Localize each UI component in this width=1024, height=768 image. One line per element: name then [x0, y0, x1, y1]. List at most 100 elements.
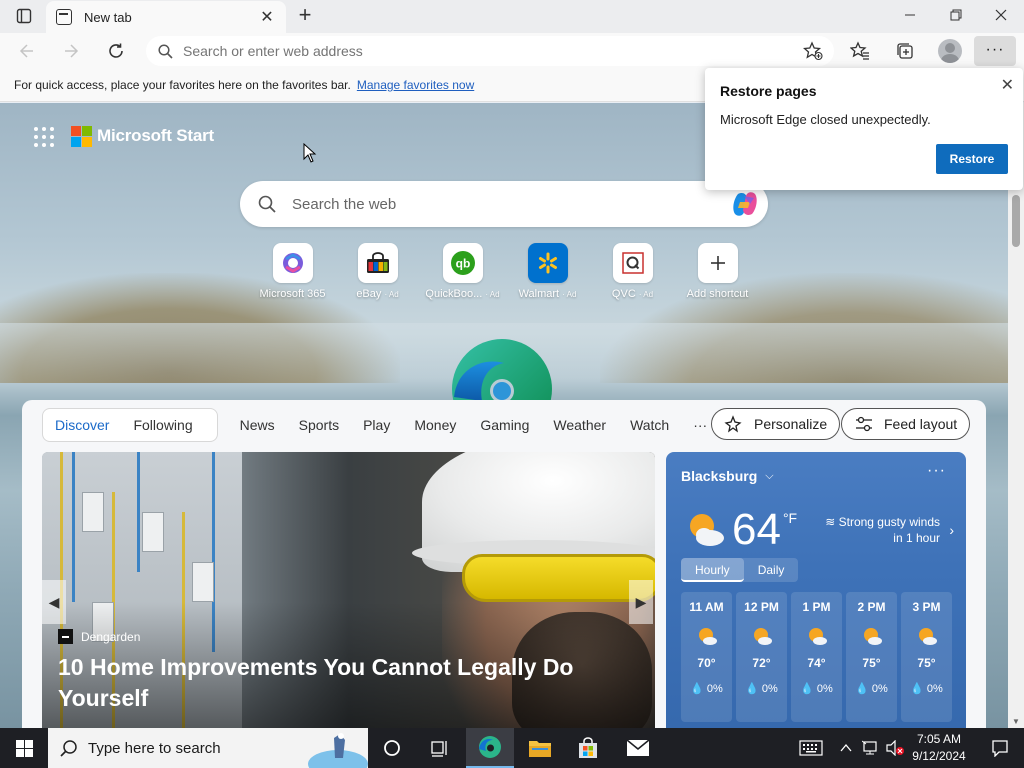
cortana-icon [384, 740, 400, 756]
precipitation: 💧 0% [800, 682, 833, 696]
forecast-hour[interactable]: 3 PM 75° 💧 0% [901, 592, 952, 722]
forecast-hour[interactable]: 12 PM 72° 💧 0% [736, 592, 787, 722]
settings-and-more-button[interactable]: ··· [974, 36, 1016, 66]
quick-links: Microsoft 365 eBay · Ad qb QuickBoo... ·… [250, 243, 760, 300]
tab-discover[interactable]: Discover [55, 417, 109, 433]
next-slide-button[interactable]: ▶ [629, 580, 653, 624]
system-clock[interactable]: 7:05 AM 9/12/2024 [906, 731, 972, 765]
minimize-button[interactable] [887, 0, 933, 30]
tab-following[interactable]: Following [133, 417, 192, 433]
address-input[interactable] [183, 43, 783, 59]
forward-button[interactable] [56, 37, 86, 65]
wind-alert-line2: in 1 hour [893, 531, 940, 545]
show-hidden-icons-button[interactable] [836, 728, 856, 768]
taskbar-mail[interactable] [614, 728, 662, 768]
page-scrollbar[interactable]: ▲ ▼ [1008, 103, 1024, 728]
weather-more-icon[interactable]: ··· [927, 462, 946, 480]
search-icon [60, 740, 77, 757]
tab-daily[interactable]: Daily [744, 558, 799, 582]
add-shortcut-button[interactable]: Add shortcut [675, 243, 760, 300]
feed-layout-button[interactable]: Feed layout [841, 408, 971, 440]
forecast-hour[interactable]: 1 PM 74° 💧 0% [791, 592, 842, 722]
wind-alert[interactable]: ≋ Strong gusty winds in 1 hour [812, 514, 940, 546]
tab-actions-icon [16, 8, 32, 24]
raindrop-icon: 💧 [800, 683, 814, 695]
copilot-icon[interactable] [730, 190, 760, 218]
restore-window-button[interactable] [933, 0, 979, 30]
weather-card[interactable]: Blacksburg ⌵ ··· 64 °F ≋ Strong gusty wi… [666, 452, 966, 728]
tab-weather[interactable]: Weather [553, 417, 606, 433]
refresh-button[interactable] [101, 37, 131, 65]
touch-keyboard-button[interactable] [796, 728, 826, 768]
dialog-title: Restore pages [720, 83, 817, 99]
article-headline[interactable]: 10 Home Improvements You Cannot Legally … [58, 652, 618, 714]
more-dots-icon: ··· [985, 41, 1005, 58]
shortcut-ebay[interactable]: eBay · Ad [335, 243, 420, 300]
back-button[interactable] [12, 37, 42, 65]
hour-time: 11 AM [689, 600, 724, 614]
collections-button[interactable] [892, 38, 918, 64]
scrollbar-thumb[interactable] [1012, 195, 1020, 247]
article-source[interactable]: Dengarden [58, 629, 140, 644]
tab-news[interactable]: News [240, 417, 275, 433]
taskbar-search[interactable]: Type here to search [48, 728, 368, 768]
add-favorite-button[interactable] [800, 38, 826, 64]
previous-slide-button[interactable]: ◀ [42, 580, 66, 624]
taskbar-file-explorer[interactable] [516, 728, 564, 768]
shortcut-label: QVC [611, 288, 636, 300]
taskbar-store[interactable] [564, 728, 612, 768]
raindrop-icon: 💧 [690, 683, 704, 695]
search-icon [258, 195, 276, 213]
hero-article[interactable]: ◀ ▶ Dengarden 10 Home Improvements You C… [42, 452, 655, 728]
hour-temperature: 74° [807, 656, 826, 670]
task-view-button[interactable] [416, 728, 464, 768]
brand-title[interactable]: Microsoft Start [97, 126, 214, 146]
close-icon[interactable]: ✕ [1001, 75, 1014, 95]
close-window-button[interactable] [978, 0, 1024, 30]
app-launcher-icon[interactable] [34, 127, 54, 147]
new-tab-button[interactable]: + [292, 3, 318, 29]
weather-location[interactable]: Blacksburg ⌵ [681, 468, 774, 484]
search-highlight-icon [308, 733, 368, 768]
hour-time: 1 PM [802, 600, 831, 614]
scroll-down-icon[interactable]: ▼ [1012, 717, 1020, 726]
tab-title: New tab [84, 9, 132, 25]
tab-sports[interactable]: Sports [299, 417, 339, 433]
manage-favorites-link[interactable]: Manage favorites now [357, 78, 474, 92]
shortcut-quickbooks[interactable]: qb QuickBoo... · Ad [420, 243, 505, 300]
tab-money[interactable]: Money [414, 417, 456, 433]
favorites-button[interactable] [847, 38, 873, 64]
tab-hourly[interactable]: Hourly [681, 558, 744, 582]
tab-play[interactable]: Play [363, 417, 390, 433]
volume-button[interactable] [884, 728, 906, 768]
microsoft-logo-icon [71, 126, 92, 147]
shortcut-qvc[interactable]: QVC · Ad [590, 243, 675, 300]
publisher-logo-icon [58, 629, 73, 644]
hour-temperature: 70° [697, 656, 716, 670]
address-bar[interactable] [146, 36, 834, 66]
tab-gaming[interactable]: Gaming [480, 417, 529, 433]
tab-actions-button[interactable] [8, 4, 40, 28]
notifications-button[interactable] [980, 728, 1020, 768]
shortcut-walmart[interactable]: Walmart · Ad [505, 243, 590, 300]
tab-watch[interactable]: Watch [630, 417, 669, 433]
forecast-hour[interactable]: 2 PM 75° 💧 0% [846, 592, 897, 722]
tab-new-tab[interactable]: New tab ✕ [46, 1, 286, 33]
network-button[interactable] [860, 728, 882, 768]
shortcut-microsoft-365[interactable]: Microsoft 365 [250, 243, 335, 300]
qvc-icon [621, 252, 644, 274]
restore-button[interactable]: Restore [936, 144, 1008, 174]
chevron-right-icon[interactable]: › [949, 522, 954, 538]
forecast-hour[interactable]: 11 AM 70° 💧 0% [681, 592, 732, 722]
precipitation: 💧 0% [910, 682, 943, 696]
tab-close-icon[interactable]: ✕ [258, 7, 276, 27]
web-search-box[interactable]: Search the web [240, 181, 768, 227]
taskbar-edge[interactable] [466, 728, 514, 768]
tab-more[interactable]: ··· [693, 417, 707, 433]
profile-avatar[interactable] [938, 39, 962, 63]
hourly-forecast: 11 AM 70° 💧 0% 12 PM 72° 💧 0% 1 PM 74° 💧… [681, 592, 952, 722]
cortana-button[interactable] [368, 728, 416, 768]
personalize-button[interactable]: Personalize [711, 408, 841, 440]
start-button[interactable] [0, 728, 48, 768]
current-conditions: 64 °F [684, 508, 797, 552]
